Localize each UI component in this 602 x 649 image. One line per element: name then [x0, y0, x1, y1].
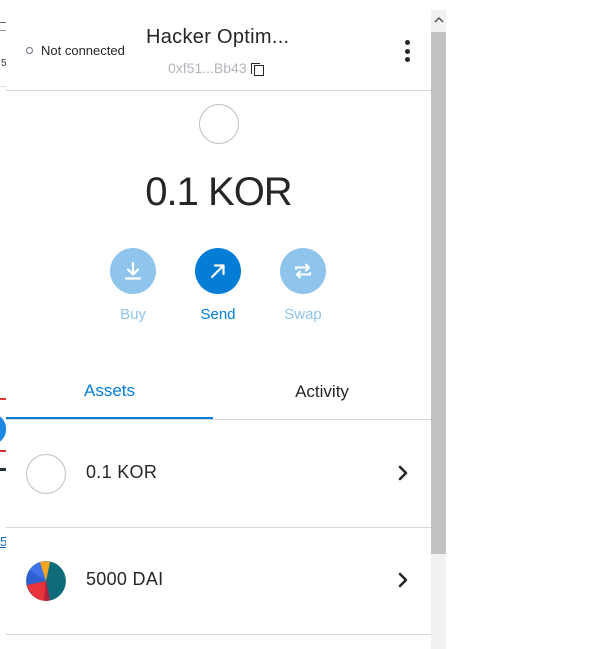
copy-icon[interactable]: [250, 61, 265, 76]
tab-assets[interactable]: Assets: [6, 365, 213, 419]
account-header: Not connected Hacker Optim... 0xf51...Bb…: [6, 10, 431, 91]
scrollbar-thumb[interactable]: [431, 32, 446, 554]
wallet-popup: Not connected Hacker Optim... 0xf51...Bb…: [6, 10, 431, 649]
swap-button[interactable]: Swap: [273, 248, 333, 323]
action-buttons: Buy Send Swap: [6, 248, 431, 328]
send-label: Send: [200, 306, 236, 323]
swap-icon: [280, 248, 326, 294]
account-address-text: 0xf51...Bb43: [168, 60, 247, 76]
chevron-right-icon: [398, 572, 408, 588]
scroll-up-arrow-icon[interactable]: [431, 10, 446, 30]
chevron-right-icon: [398, 465, 408, 481]
token-placeholder-icon: [26, 454, 66, 494]
status-dot-icon: [26, 47, 33, 54]
asset-list-item[interactable]: 5000 DAI: [6, 528, 431, 635]
send-arrow-icon: [195, 248, 241, 294]
asset-label: 5000 DAI: [86, 569, 164, 589]
popup-scrollbar[interactable]: [431, 10, 446, 649]
send-button[interactable]: Send: [188, 248, 248, 323]
buy-button[interactable]: Buy: [103, 248, 163, 323]
balance-display: 0.1 KOR: [145, 170, 292, 214]
kebab-menu-icon[interactable]: [402, 40, 412, 62]
connection-status-label: Not connected: [41, 43, 125, 58]
tab-bar: Assets Activity: [6, 365, 431, 420]
account-name[interactable]: Hacker Optim...: [146, 26, 289, 49]
asset-label: 0.1 KOR: [86, 462, 158, 482]
dai-token-icon: [26, 561, 66, 601]
token-logo-icon: [199, 104, 239, 144]
download-icon: [110, 248, 156, 294]
buy-label: Buy: [120, 306, 146, 323]
connection-status[interactable]: Not connected: [26, 43, 125, 58]
account-address[interactable]: 0xf51...Bb43: [168, 60, 265, 76]
tab-activity[interactable]: Activity: [213, 365, 431, 419]
asset-list-item[interactable]: 0.1 KOR: [6, 421, 431, 528]
swap-label: Swap: [284, 306, 322, 323]
